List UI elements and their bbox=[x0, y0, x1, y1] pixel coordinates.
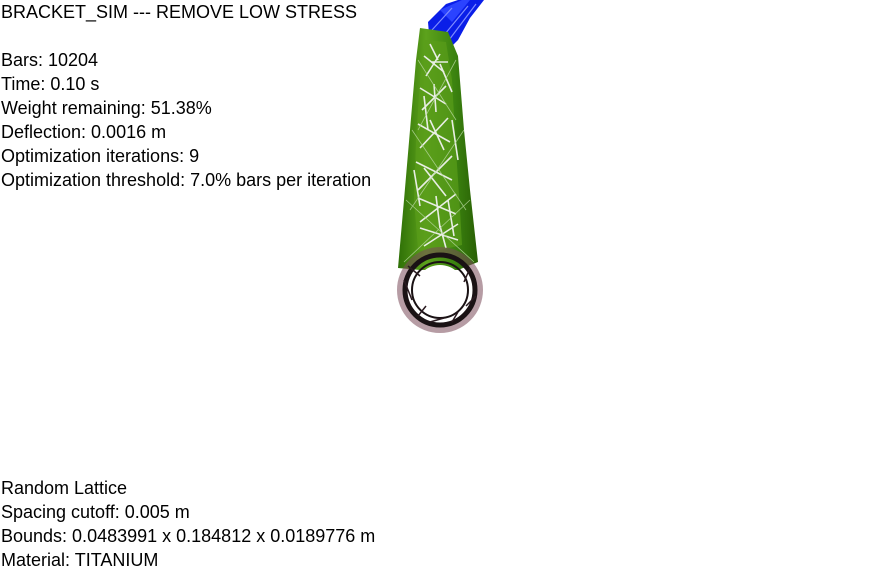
stat-optimization-threshold: Optimization threshold: 7.0% bars per it… bbox=[1, 170, 372, 190]
stat-optimization-iterations: Optimization iterations: 9 bbox=[1, 146, 200, 166]
stat-weight-remaining: Weight remaining: 51.38% bbox=[1, 98, 212, 118]
info-bounds: Bounds: 0.0483991 x 0.184812 x 0.0189776… bbox=[1, 526, 376, 546]
stat-bars: Bars: 10204 bbox=[1, 50, 99, 70]
stat-deflection: Deflection: 0.0016 m bbox=[1, 122, 167, 142]
sim-title: BRACKET_SIM --- REMOVE LOW STRESS bbox=[1, 2, 358, 22]
stat-time: Time: 0.10 s bbox=[1, 74, 100, 94]
info-lattice-type: Random Lattice bbox=[1, 478, 128, 498]
info-material: Material: TITANIUM bbox=[1, 550, 159, 570]
info-spacing-cutoff: Spacing cutoff: 0.005 m bbox=[1, 502, 190, 522]
simulation-viewport[interactable] bbox=[0, 0, 878, 573]
